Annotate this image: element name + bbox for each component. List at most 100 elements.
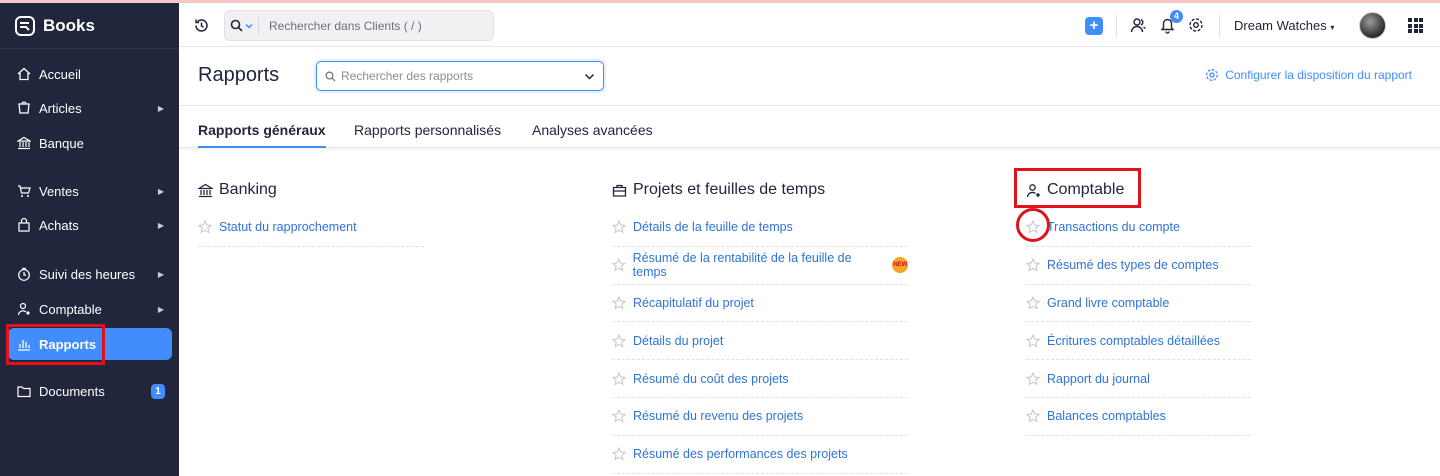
report-list: Transactions du compte Résumé des types … xyxy=(1026,209,1251,436)
report-link[interactable]: Résumé des performances des projets xyxy=(633,447,848,461)
report-item[interactable]: Résumé des performances des projets xyxy=(612,436,908,474)
app-logo[interactable]: Books xyxy=(0,3,179,49)
search-icon xyxy=(325,70,336,81)
section-comptable: Comptable Transactions du compte Résumé … xyxy=(1026,179,1251,436)
organization-switcher[interactable]: Dream Watches ▾ xyxy=(1234,18,1334,33)
report-item[interactable]: Balances comptables xyxy=(1026,398,1251,436)
report-link[interactable]: Statut du rapprochement xyxy=(219,220,357,234)
report-item[interactable]: Résumé du revenu des projets xyxy=(612,398,908,436)
configure-report-layout-link[interactable]: Configurer la disposition du rapport xyxy=(1205,68,1412,82)
sidebar-item-label: Suivi des heures xyxy=(39,266,136,282)
section-heading: Projets et feuilles de temps xyxy=(612,179,908,201)
sidebar-item-label: Articles xyxy=(39,100,82,116)
star-icon[interactable] xyxy=(1026,333,1040,348)
star-icon[interactable] xyxy=(612,409,626,423)
report-item[interactable]: Récapitulatif du projet xyxy=(612,285,908,323)
star-icon[interactable] xyxy=(198,220,212,234)
highlight-box-rapports xyxy=(6,324,105,365)
section-banking: Banking Statut du rapprochement xyxy=(198,179,424,247)
folder-icon xyxy=(17,386,31,398)
sidebar-item-achats[interactable]: Achats ▶ xyxy=(8,209,172,241)
organization-name: Dream Watches xyxy=(1234,18,1327,33)
settings-gear-icon[interactable] xyxy=(1188,17,1204,33)
cart-icon xyxy=(18,185,31,197)
star-icon[interactable] xyxy=(1026,258,1040,272)
bank-icon xyxy=(17,136,31,150)
sidebar-item-articles[interactable]: Articles ▶ xyxy=(8,92,172,124)
star-icon[interactable] xyxy=(612,295,626,310)
report-item[interactable]: Résumé du coût des projets xyxy=(612,360,908,398)
report-item[interactable]: Détails du projet xyxy=(612,322,908,361)
report-link[interactable]: Écritures comptables détaillées xyxy=(1047,334,1220,348)
tab-analyses-avancees[interactable]: Analyses avancées xyxy=(532,122,653,148)
new-badge: NEW xyxy=(892,257,909,274)
star-icon[interactable] xyxy=(1026,409,1040,423)
chevron-right-icon: ▶ xyxy=(157,304,164,314)
highlight-circle-star xyxy=(1016,208,1050,242)
report-item[interactable]: Statut du rapprochement xyxy=(198,209,424,247)
sidebar-item-ventes[interactable]: Ventes ▶ xyxy=(8,175,172,207)
report-link[interactable]: Récapitulatif du projet xyxy=(633,296,754,310)
report-item[interactable]: Résumé des types de comptes xyxy=(1026,247,1251,285)
star-icon[interactable] xyxy=(612,447,626,461)
chevron-down-icon: ▾ xyxy=(1330,23,1335,32)
page-header: Rapports Rechercher des rapports Configu… xyxy=(179,47,1440,106)
home-icon xyxy=(17,67,31,81)
app-name: Books xyxy=(43,15,95,35)
star-icon[interactable] xyxy=(612,371,626,386)
star-icon[interactable] xyxy=(1026,371,1040,386)
tab-rapports-generaux[interactable]: Rapports généraux xyxy=(198,122,326,148)
star-icon[interactable] xyxy=(612,220,626,234)
quick-create-button[interactable]: + xyxy=(1085,17,1103,35)
star-icon[interactable] xyxy=(612,333,626,348)
report-item[interactable]: Transactions du compte xyxy=(1026,209,1251,247)
star-icon[interactable] xyxy=(1026,295,1040,310)
tab-rapports-personnalises[interactable]: Rapports personnalisés xyxy=(354,122,501,148)
report-item[interactable]: Grand livre comptable xyxy=(1026,285,1251,323)
report-link[interactable]: Résumé du coût des projets xyxy=(633,372,789,386)
sidebar-item-accueil[interactable]: Accueil xyxy=(8,58,172,90)
chevron-down-icon xyxy=(245,23,253,28)
global-search[interactable]: Rechercher dans Clients ( / ) xyxy=(224,10,494,41)
section-title: Banking xyxy=(219,181,277,198)
sidebar-item-comptable[interactable]: Comptable ▶ xyxy=(8,293,172,325)
report-link[interactable]: Rapport du journal xyxy=(1047,372,1150,386)
global-search-input[interactable]: Rechercher dans Clients ( / ) xyxy=(259,19,422,33)
bag-icon xyxy=(18,218,30,232)
briefcase-icon xyxy=(612,184,627,197)
star-icon[interactable] xyxy=(612,258,626,272)
sidebar-item-banque[interactable]: Banque xyxy=(8,127,172,159)
report-link[interactable]: Détails du projet xyxy=(633,334,723,348)
app-grid-icon[interactable] xyxy=(1408,18,1423,33)
reports-search[interactable]: Rechercher des rapports xyxy=(316,61,604,91)
chevron-right-icon: ▶ xyxy=(157,220,164,230)
report-link[interactable]: Grand livre comptable xyxy=(1047,296,1169,310)
chevron-right-icon: ▶ xyxy=(157,103,164,113)
configure-report-layout-label: Configurer la disposition du rapport xyxy=(1225,68,1412,82)
report-link[interactable]: Résumé des types de comptes xyxy=(1047,258,1219,272)
notification-count-badge: 4 xyxy=(1170,10,1183,23)
chevron-down-icon[interactable] xyxy=(584,71,595,82)
users-icon[interactable] xyxy=(1130,17,1147,34)
sidebar: Books Accueil Articles ▶ Banque Ventes ▶… xyxy=(0,3,179,476)
report-link[interactable]: Transactions du compte xyxy=(1047,220,1180,234)
report-link[interactable]: Détails de la feuille de temps xyxy=(633,220,793,234)
report-item[interactable]: Détails de la feuille de temps xyxy=(612,209,908,247)
report-link[interactable]: Balances comptables xyxy=(1047,409,1166,423)
reports-search-input[interactable]: Rechercher des rapports xyxy=(341,69,579,83)
top-header: Rechercher dans Clients ( / ) + 4 Dream … xyxy=(179,3,1440,47)
clock-icon xyxy=(18,267,30,281)
search-scope-selector[interactable] xyxy=(225,16,259,35)
user-avatar[interactable] xyxy=(1359,12,1386,39)
report-item[interactable]: Résumé de la rentabilité de la feuille d… xyxy=(612,247,909,285)
history-icon[interactable] xyxy=(193,17,210,34)
divider xyxy=(1116,15,1117,37)
sidebar-item-suivi-des-heures[interactable]: Suivi des heures ▶ xyxy=(8,258,172,290)
report-item[interactable]: Écritures comptables détaillées xyxy=(1026,322,1251,361)
report-link[interactable]: Résumé de la rentabilité de la feuille d… xyxy=(633,251,883,279)
report-link[interactable]: Résumé du revenu des projets xyxy=(633,409,803,423)
report-item[interactable]: Rapport du journal xyxy=(1026,360,1251,398)
tag-icon xyxy=(18,101,30,114)
section-projects-timesheets: Projets et feuilles de temps Détails de … xyxy=(612,179,909,474)
sidebar-item-documents[interactable]: Documents 1 xyxy=(8,375,172,407)
